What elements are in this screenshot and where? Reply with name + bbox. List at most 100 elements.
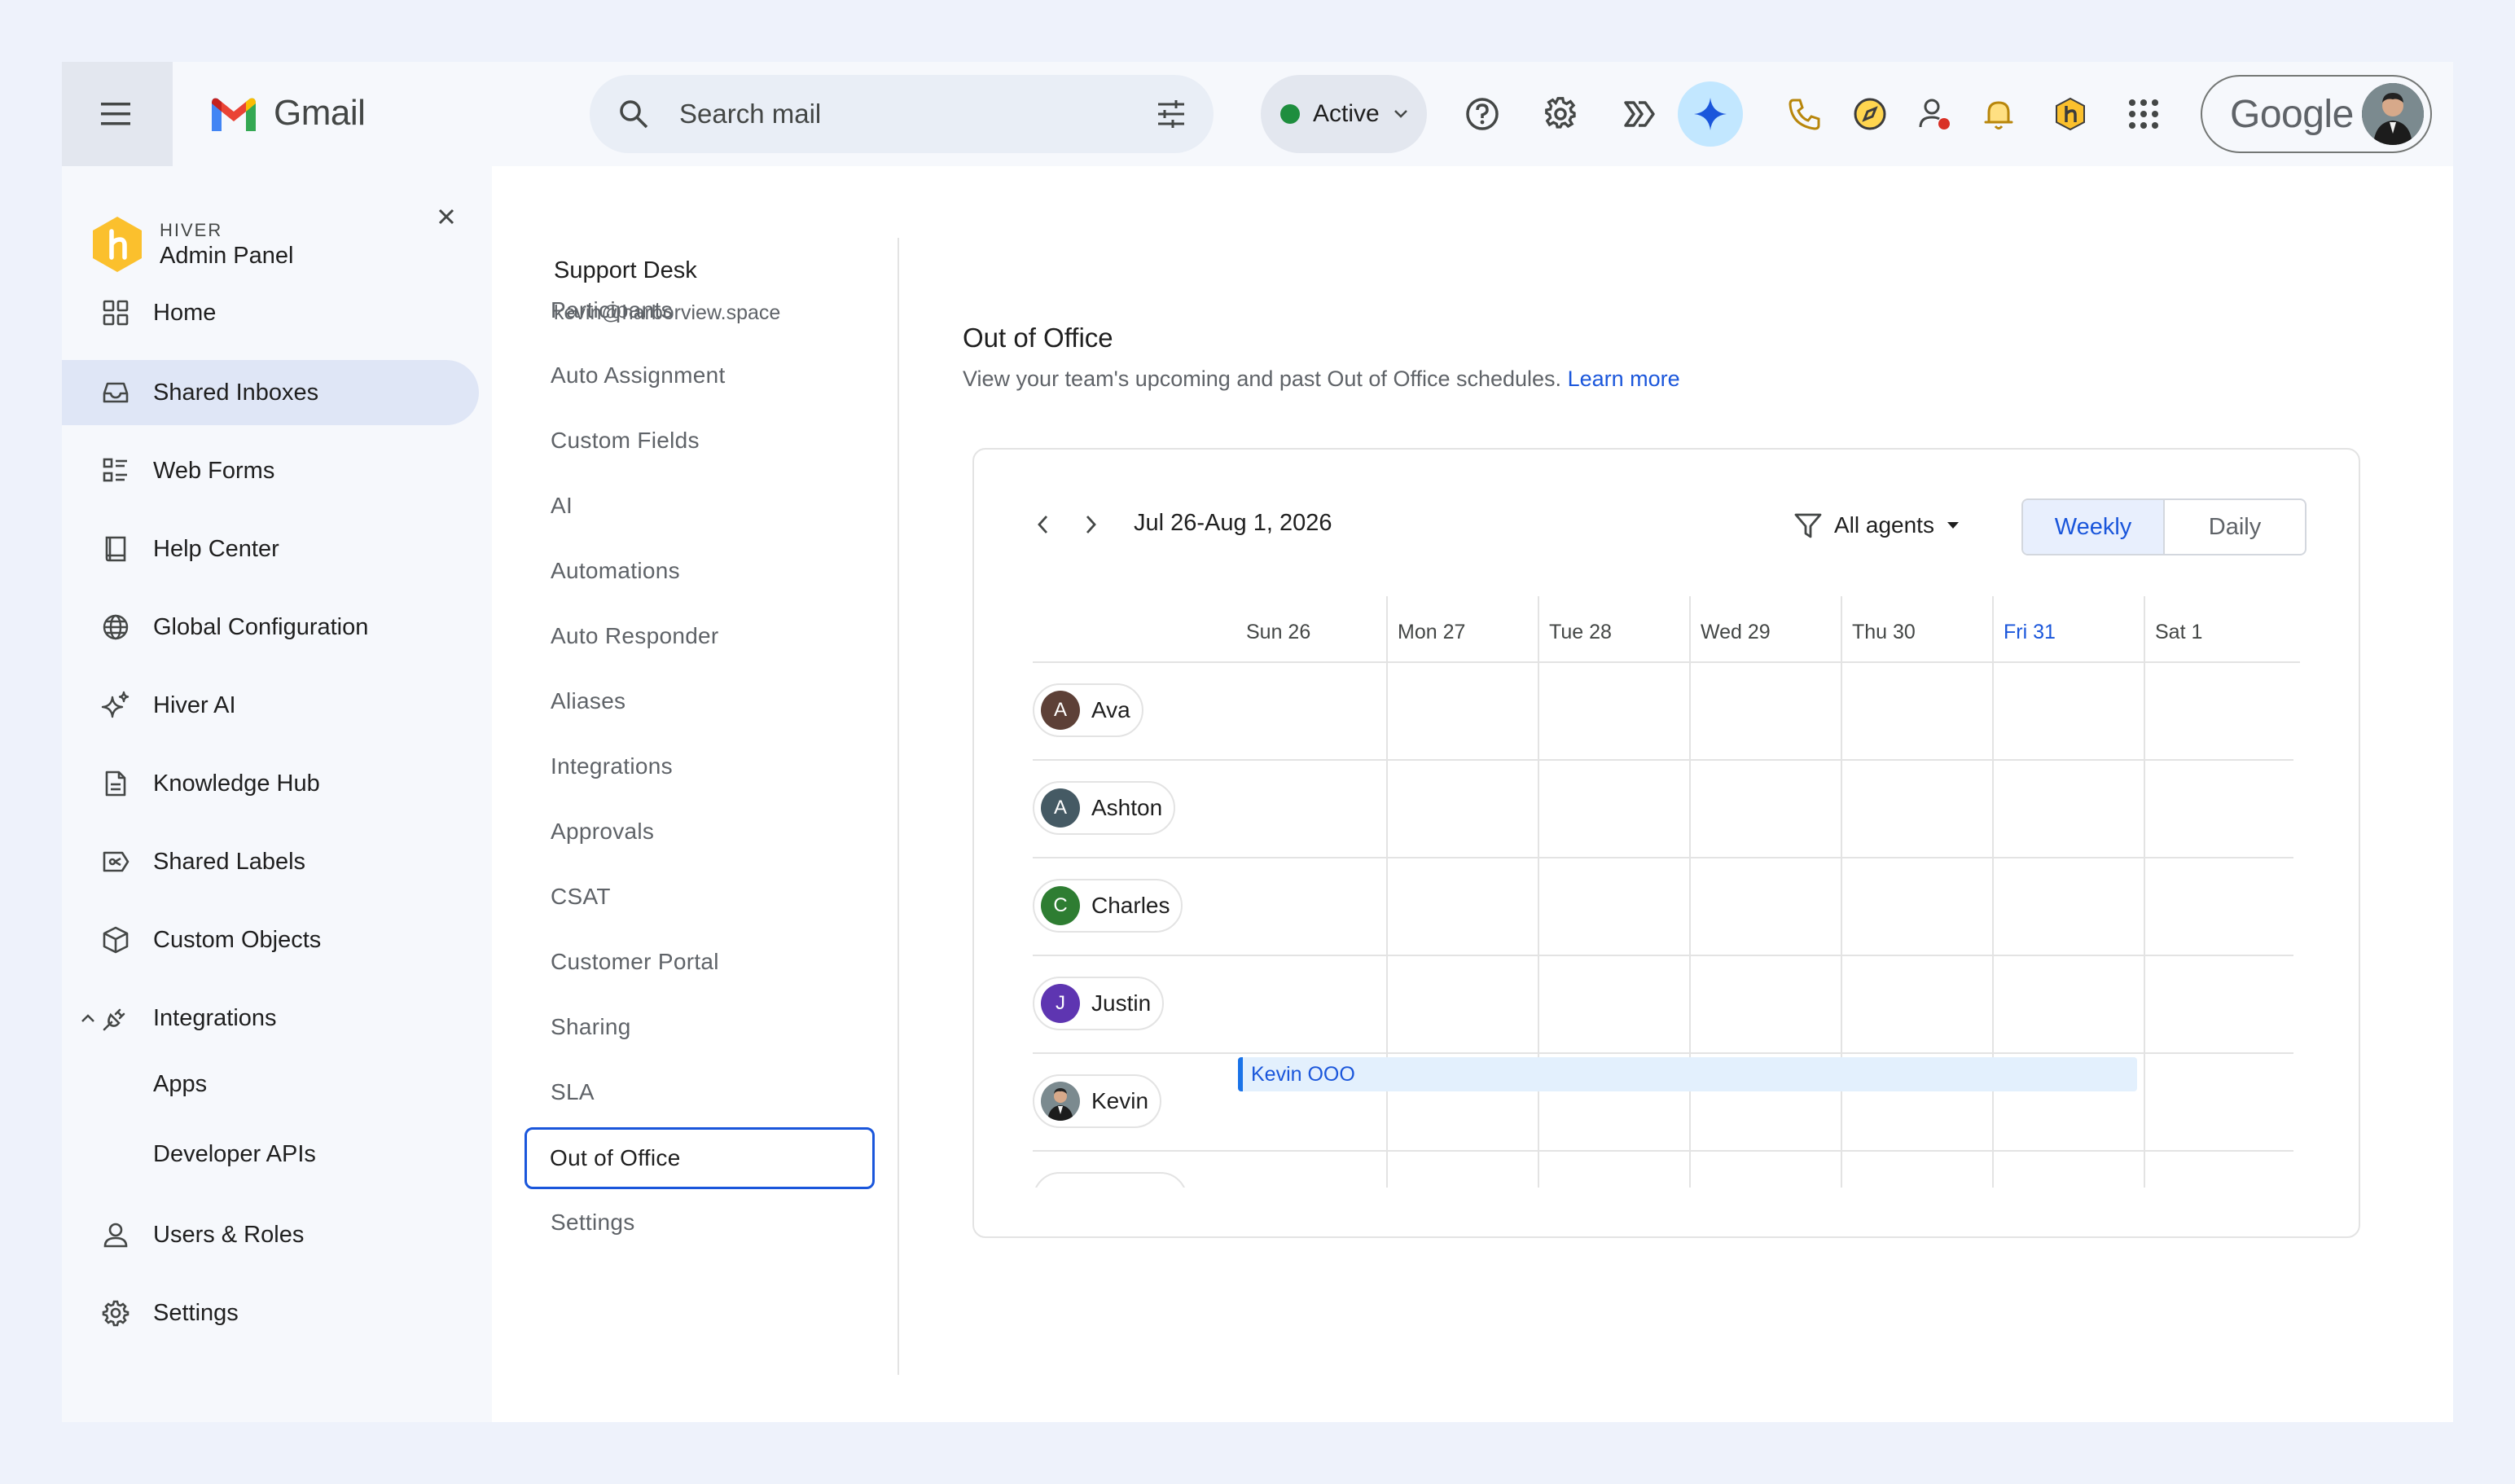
agent-chip-justin[interactable]: J Justin <box>1033 977 1165 1030</box>
chevron-up-icon[interactable] <box>77 1007 99 1030</box>
plug-icon <box>99 1002 132 1034</box>
cube-icon <box>99 924 132 956</box>
inbox-menu-participants[interactable]: Participants <box>547 282 889 339</box>
agent-filter-dropdown[interactable]: All agents <box>1793 505 1960 546</box>
gemini-button[interactable] <box>1678 81 1743 147</box>
hiver-app-button[interactable] <box>2044 88 2096 140</box>
inbox-menu-automations[interactable]: Automations <box>547 542 889 599</box>
agent-chip-ava[interactable]: A Ava <box>1033 683 1143 737</box>
day-header: Sat 1 <box>2155 621 2203 643</box>
hiver-extension-button[interactable] <box>1613 88 1665 140</box>
ooo-event-bar[interactable]: Kevin OOO <box>1238 1057 2137 1091</box>
sidebar-item-custom-objects[interactable]: Custom Objects <box>62 907 479 973</box>
search-options-icon[interactable] <box>1155 98 1187 130</box>
inbox-menu-settings[interactable]: Settings <box>547 1194 889 1251</box>
gmail-logo[interactable]: Gmail <box>208 93 366 134</box>
status-selector[interactable]: Active <box>1261 75 1427 153</box>
sidebar-item-label: Developer APIs <box>153 1140 316 1167</box>
sidebar-item-help-center[interactable]: Help Center <box>62 516 479 582</box>
inbox-menu-ai[interactable]: AI <box>547 477 889 534</box>
daily-view-button[interactable]: Daily <box>2165 500 2305 554</box>
grid-line <box>1386 596 1388 1188</box>
grid-line <box>1841 596 1842 1188</box>
agent-chip-kevin[interactable]: Kevin <box>1033 1074 1162 1128</box>
account-avatar[interactable] <box>2362 83 2424 145</box>
weekly-view-button[interactable]: Weekly <box>2023 500 2165 554</box>
sidebar-item-users-roles[interactable]: Users & Roles <box>62 1202 479 1267</box>
inbox-menu-auto-assignment[interactable]: Auto Assignment <box>547 347 889 404</box>
previous-week-button[interactable] <box>1025 507 1060 542</box>
main-menu-button[interactable] <box>62 62 173 166</box>
settings-button[interactable] <box>1534 88 1587 140</box>
inbox-menu-csat[interactable]: CSAT <box>547 868 889 925</box>
apps-grid-button[interactable] <box>2118 88 2170 140</box>
inbox-menu-approvals[interactable]: Approvals <box>547 803 889 860</box>
status-dot <box>1280 104 1300 124</box>
close-panel-button[interactable] <box>430 200 463 233</box>
user-status-button[interactable] <box>1909 88 1961 140</box>
sidebar-item-label: Home <box>153 299 217 326</box>
sidebar-item-developer-apis[interactable]: Developer APIs <box>62 1126 479 1183</box>
sidebar-item-hiver-ai[interactable]: Hiver AI <box>62 673 479 738</box>
inbox-menu-integrations[interactable]: Integrations <box>547 738 889 795</box>
inbox-menu-customer-portal[interactable]: Customer Portal <box>547 933 889 990</box>
avatar: A <box>1041 691 1080 730</box>
sidebar-item-settings[interactable]: Settings <box>62 1280 479 1346</box>
learn-more-link[interactable]: Learn more <box>1568 367 1680 391</box>
sidebar-item-home[interactable]: Home <box>62 280 479 345</box>
agent-chip-ashton[interactable]: A Ashton <box>1033 781 1176 835</box>
inbox-menu-sla[interactable]: SLA <box>547 1064 889 1121</box>
sidebar-item-label: Shared Inboxes <box>153 379 319 406</box>
home-grid-icon <box>99 296 132 329</box>
agent-name: Charles <box>1091 893 1170 918</box>
agent-name: Ashton <box>1091 795 1163 820</box>
sidebar-item-global-configuration[interactable]: Global Configuration <box>62 595 479 660</box>
page-description: View your team's upcoming and past Out o… <box>963 367 1680 392</box>
sidebar-item-apps[interactable]: Apps <box>62 1056 479 1113</box>
inbox-menu-out-of-office[interactable]: Out of Office <box>525 1127 875 1189</box>
search-bar[interactable]: Search mail <box>590 75 1214 153</box>
inbox-menu-auto-responder[interactable]: Auto Responder <box>547 608 889 665</box>
sidebar-item-label: Help Center <box>153 535 279 562</box>
person-icon <box>99 1218 132 1251</box>
agent-chip-partial[interactable] <box>1033 1172 1187 1188</box>
inbox-menu-label: Integrations <box>551 753 673 779</box>
search-input[interactable]: Search mail <box>679 99 821 130</box>
phone-button[interactable] <box>1779 88 1831 140</box>
phone-icon <box>1789 99 1820 130</box>
day-header: Mon 27 <box>1398 621 1466 643</box>
globe-icon <box>99 611 132 643</box>
chevron-left-icon <box>1038 516 1048 533</box>
gmail-m-icon <box>212 98 256 131</box>
inbox-menu-aliases[interactable]: Aliases <box>547 673 889 730</box>
google-wordmark: Google <box>2230 92 2354 136</box>
day-header: Wed 29 <box>1701 621 1771 643</box>
inbox-menu-sharing[interactable]: Sharing <box>547 999 889 1056</box>
week-grid: Sun 26 Mon 27 Tue 28 Wed 29 Thu 30 Fri 3… <box>1033 596 2300 1188</box>
sidebar-item-web-forms[interactable]: Web Forms <box>62 438 479 503</box>
sidebar-item-shared-inboxes[interactable]: Shared Inboxes <box>62 360 479 425</box>
notifications-button[interactable] <box>1973 88 2025 140</box>
grid-line <box>1033 1052 2293 1054</box>
gear-icon <box>99 1297 132 1329</box>
grid-line <box>1992 596 1994 1188</box>
sparkle-icon <box>99 689 132 722</box>
sidebar-item-shared-labels[interactable]: Shared Labels <box>62 829 479 894</box>
inbox-menu-label: Custom Fields <box>551 428 700 453</box>
inbox-menu-custom-fields[interactable]: Custom Fields <box>547 412 889 469</box>
sidebar-item-integrations[interactable]: Integrations <box>62 986 479 1051</box>
agent-name: Ava <box>1091 697 1130 722</box>
next-week-button[interactable] <box>1073 507 1109 542</box>
compass-button[interactable] <box>1844 88 1896 140</box>
sidebar-item-knowledge-hub[interactable]: Knowledge Hub <box>62 751 479 816</box>
grid-line <box>1689 596 1691 1188</box>
grid-line <box>1033 955 2293 956</box>
gear-icon <box>1545 97 1576 129</box>
grid-line <box>1033 759 2293 761</box>
inbox-name: Support Desk <box>554 257 697 283</box>
google-account-button[interactable]: Google <box>2201 75 2432 153</box>
help-button[interactable] <box>1456 88 1508 140</box>
caret-down-icon <box>1947 522 1959 529</box>
search-icon[interactable] <box>617 98 650 130</box>
agent-chip-charles[interactable]: C Charles <box>1033 879 1183 933</box>
